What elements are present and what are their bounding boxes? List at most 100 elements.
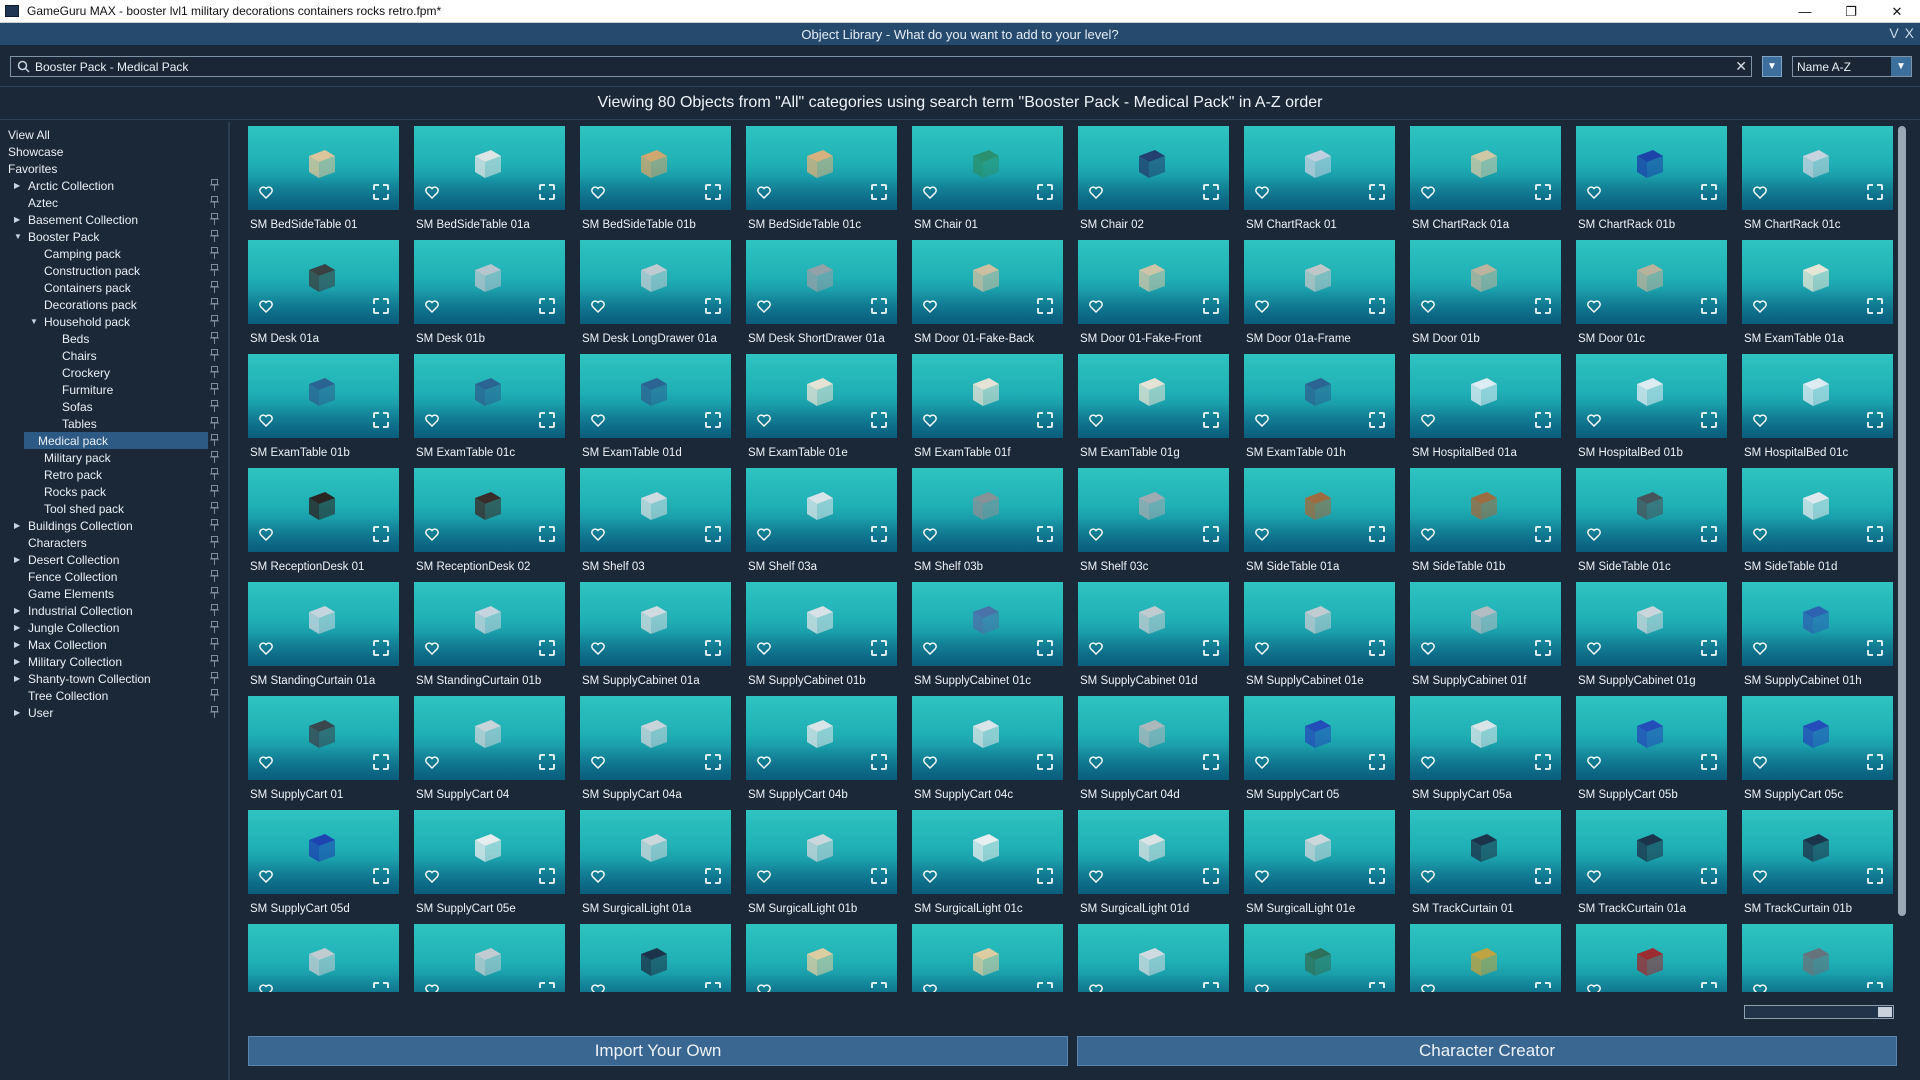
object-thumbnail[interactable]: [912, 924, 1063, 992]
object-thumbnail[interactable]: [1244, 810, 1395, 894]
expand-icon[interactable]: [1203, 298, 1219, 314]
object-thumbnail[interactable]: [414, 810, 565, 894]
pin-icon[interactable]: [208, 620, 220, 634]
sidebar-item[interactable]: Decorations pack: [30, 296, 137, 313]
pin-icon[interactable]: [208, 688, 220, 702]
object-thumbnail[interactable]: [746, 810, 897, 894]
heart-icon[interactable]: [1420, 298, 1436, 314]
expand-icon[interactable]: [539, 640, 555, 656]
expand-icon[interactable]: [705, 640, 721, 656]
sidebar-item[interactable]: ▶Desert Collection: [14, 551, 119, 568]
object-thumbnail[interactable]: [1410, 354, 1561, 438]
expand-icon[interactable]: [871, 640, 887, 656]
object-tile[interactable]: [1742, 924, 1893, 992]
heart-icon[interactable]: [1586, 184, 1602, 200]
sidebar-item[interactable]: Aztec: [14, 194, 58, 211]
expand-icon[interactable]: [705, 754, 721, 770]
object-thumbnail[interactable]: [912, 354, 1063, 438]
object-tile[interactable]: SM SideTable 01d: [1742, 468, 1893, 578]
heart-icon[interactable]: [1586, 412, 1602, 428]
character-creator-button[interactable]: Character Creator: [1077, 1036, 1897, 1066]
heart-icon[interactable]: [922, 640, 938, 656]
heart-icon[interactable]: [1254, 298, 1270, 314]
object-tile[interactable]: SM BedSideTable 01: [248, 126, 399, 236]
heart-icon[interactable]: [590, 640, 606, 656]
expand-icon[interactable]: [1867, 640, 1883, 656]
object-tile[interactable]: SM Door 01a-Frame: [1244, 240, 1395, 350]
heart-icon[interactable]: [1586, 298, 1602, 314]
object-thumbnail[interactable]: [414, 468, 565, 552]
expand-icon[interactable]: [871, 412, 887, 428]
expand-icon[interactable]: [539, 754, 555, 770]
object-tile[interactable]: SM SupplyCabinet 01e: [1244, 582, 1395, 692]
heart-icon[interactable]: [424, 298, 440, 314]
object-tile[interactable]: [580, 924, 731, 992]
object-tile[interactable]: SM Door 01b: [1410, 240, 1561, 350]
heart-icon[interactable]: [1752, 640, 1768, 656]
object-thumbnail[interactable]: [414, 924, 565, 992]
object-thumbnail[interactable]: [1410, 240, 1561, 324]
expand-icon[interactable]: [1701, 982, 1717, 992]
object-tile[interactable]: [1410, 924, 1561, 992]
expand-icon[interactable]: [1369, 412, 1385, 428]
object-thumbnail[interactable]: [580, 924, 731, 992]
expand-icon[interactable]: [373, 184, 389, 200]
sidebar-item[interactable]: ▶Max Collection: [14, 636, 107, 653]
pin-icon[interactable]: [208, 212, 220, 226]
heart-icon[interactable]: [1088, 298, 1104, 314]
sidebar-item[interactable]: Construction pack: [30, 262, 140, 279]
heart-icon[interactable]: [424, 640, 440, 656]
object-thumbnail[interactable]: [1078, 354, 1229, 438]
object-tile[interactable]: SM Desk 01a: [248, 240, 399, 350]
sidebar-item[interactable]: Fence Collection: [14, 568, 117, 585]
sidebar-item[interactable]: Game Elements: [14, 585, 114, 602]
object-tile[interactable]: SM StandingCurtain 01b: [414, 582, 565, 692]
sidebar-item[interactable]: ▶Buildings Collection: [14, 517, 133, 534]
collapsed-arrow-icon[interactable]: ▶: [14, 708, 26, 717]
heart-icon[interactable]: [1752, 184, 1768, 200]
heart-icon[interactable]: [1586, 640, 1602, 656]
object-thumbnail[interactable]: [414, 582, 565, 666]
pin-icon[interactable]: [208, 705, 220, 719]
object-thumbnail[interactable]: [1244, 354, 1395, 438]
object-thumbnail[interactable]: [1576, 354, 1727, 438]
object-tile[interactable]: [1078, 924, 1229, 992]
pin-icon[interactable]: [208, 450, 220, 464]
sidebar-item[interactable]: Tree Collection: [14, 687, 108, 704]
expand-icon[interactable]: [1369, 184, 1385, 200]
object-tile[interactable]: SM TrackCurtain 01b: [1742, 810, 1893, 920]
object-tile[interactable]: SM Chair 02: [1078, 126, 1229, 236]
object-thumbnail[interactable]: [1576, 582, 1727, 666]
collapsed-arrow-icon[interactable]: ▶: [14, 657, 26, 666]
expand-icon[interactable]: [1369, 868, 1385, 884]
object-tile[interactable]: SM Desk ShortDrawer 01a: [746, 240, 897, 350]
object-thumbnail[interactable]: [746, 696, 897, 780]
object-tile[interactable]: SM SupplyCart 05d: [248, 810, 399, 920]
heart-icon[interactable]: [1752, 526, 1768, 542]
object-tile[interactable]: SM Chair 01: [912, 126, 1063, 236]
object-tile[interactable]: SM ExamTable 01g: [1078, 354, 1229, 464]
object-tile[interactable]: SM SupplyCart 05: [1244, 696, 1395, 806]
heart-icon[interactable]: [1088, 640, 1104, 656]
object-tile[interactable]: SM SupplyCart 05e: [414, 810, 565, 920]
clear-search-button[interactable]: ✕: [1735, 58, 1747, 75]
object-thumbnail[interactable]: [1244, 696, 1395, 780]
object-tile[interactable]: SM SupplyCart 01: [248, 696, 399, 806]
expand-icon[interactable]: [539, 982, 555, 992]
restore-button[interactable]: ❐: [1828, 0, 1874, 23]
object-tile[interactable]: [746, 924, 897, 992]
heart-icon[interactable]: [590, 982, 606, 992]
expand-icon[interactable]: [1701, 298, 1717, 314]
object-tile[interactable]: SM SideTable 01b: [1410, 468, 1561, 578]
expand-icon[interactable]: [539, 526, 555, 542]
collapsed-arrow-icon[interactable]: ▶: [14, 623, 26, 632]
object-thumbnail[interactable]: [248, 810, 399, 894]
expand-icon[interactable]: [705, 184, 721, 200]
sidebar-item[interactable]: ▼Household pack: [30, 313, 130, 330]
object-tile[interactable]: SM SupplyCabinet 01f: [1410, 582, 1561, 692]
object-tile[interactable]: SM Door 01-Fake-Front: [1078, 240, 1229, 350]
object-tile[interactable]: SM SupplyCart 04: [414, 696, 565, 806]
object-thumbnail[interactable]: [248, 582, 399, 666]
expand-icon[interactable]: [705, 526, 721, 542]
object-tile[interactable]: SM ReceptionDesk 02: [414, 468, 565, 578]
